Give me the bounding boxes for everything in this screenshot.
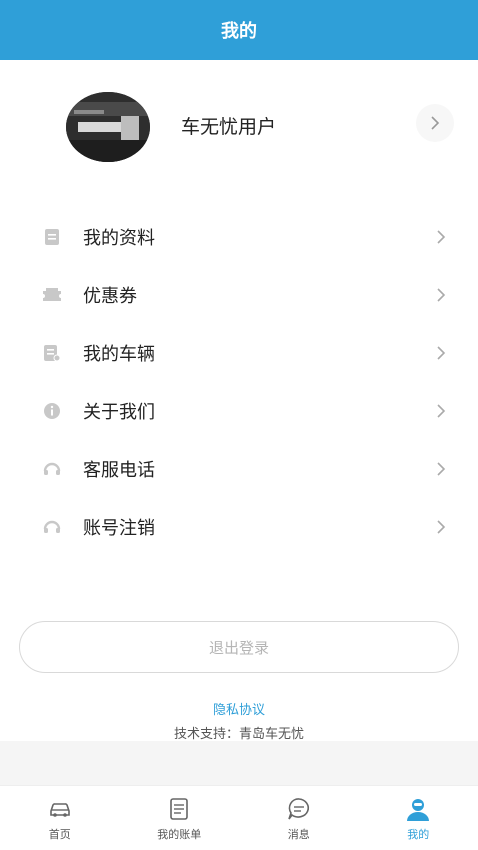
menu-item-service-phone[interactable]: 客服电话 [0,440,478,498]
logout-button[interactable]: 退出登录 [19,621,459,673]
profile-card[interactable]: 车无忧用户 [0,60,478,195]
user-icon [405,796,431,822]
chevron-right-icon[interactable] [416,104,454,142]
menu-item-coupon[interactable]: 优惠券 [0,266,478,324]
bill-icon [166,796,192,822]
logout-label: 退出登录 [208,638,269,657]
menu-item-label: 优惠券 [83,286,137,307]
chevron-right-icon [434,344,448,362]
message-icon [286,796,312,822]
car-icon [47,796,73,822]
tab-label: 我的账单 [157,828,202,841]
page-title: 我的 [221,21,257,42]
tab-label: 我的 [407,828,430,841]
chevron-right-icon [434,402,448,420]
chevron-right-icon [434,286,448,304]
tab-messages[interactable]: 消息 [239,786,359,850]
menu-item-profile[interactable]: 我的资料 [0,208,478,266]
tab-my-bill[interactable]: 我的账单 [120,786,240,850]
privacy-link[interactable]: 隐私协议 [0,699,478,718]
chevron-right-icon [434,518,448,536]
username: 车无忧用户 [181,116,277,138]
menu-item-label: 我的资料 [83,228,155,249]
top-bar: 我的 [0,0,478,60]
coupon-icon [42,285,62,305]
headset-icon [42,517,62,537]
tab-home[interactable]: 首页 [0,786,120,850]
bottom-tab-bar: 首页 我的账单 消息 我的 [0,785,478,850]
avatar [66,92,150,162]
headset-icon [42,459,62,479]
menu-item-label: 关于我们 [83,402,155,423]
menu-item-about[interactable]: 关于我们 [0,382,478,440]
tab-mine[interactable]: 我的 [359,786,478,850]
chevron-right-icon [434,460,448,478]
settings-menu: 我的资料 优惠券 我的车辆 关于我们 客服电话 账号注销 [0,208,478,556]
tech-support-text: 技术支持：青岛车无忧 [173,727,304,742]
menu-item-label: 客服电话 [83,460,155,481]
chevron-right-icon [434,228,448,246]
footer-divider-band [0,741,478,785]
menu-item-vehicle[interactable]: 我的车辆 [0,324,478,382]
info-icon [42,401,62,421]
menu-item-label: 我的车辆 [83,344,155,365]
tab-label: 首页 [48,828,71,841]
tab-label: 消息 [287,828,310,841]
profile-doc-icon [42,227,62,247]
menu-item-label: 账号注销 [83,518,155,539]
menu-item-delete-account[interactable]: 账号注销 [0,498,478,556]
vehicle-doc-icon [42,343,62,363]
